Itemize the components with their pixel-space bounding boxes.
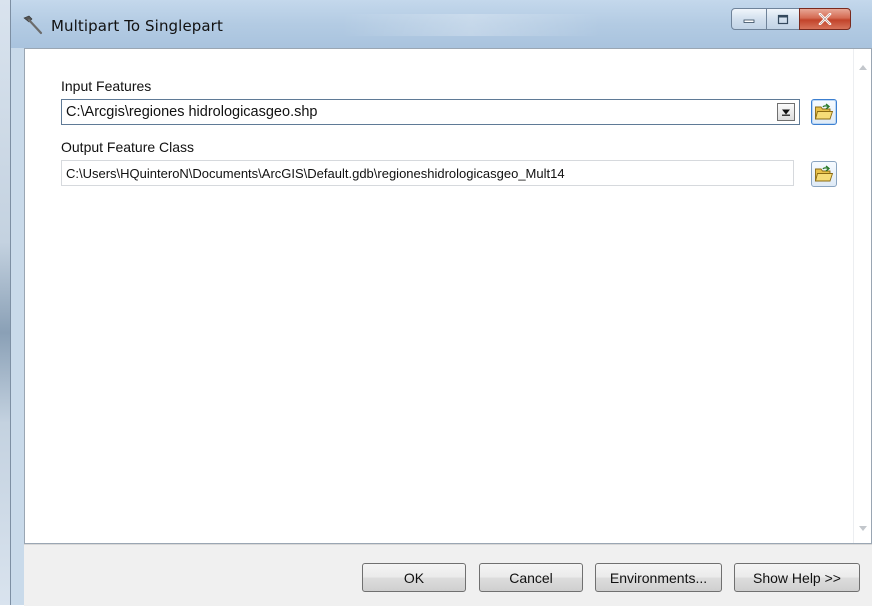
minimize-button[interactable] [731,8,767,30]
output-feature-class-label: Output Feature Class [61,139,195,155]
vertical-scrollbar[interactable] [853,49,871,543]
show-help-button[interactable]: Show Help >> [734,563,860,592]
tool-dialog-window: Multipart To Singlepart Input Features C… [10,0,872,606]
open-folder-icon [814,165,834,182]
input-features-label: Input Features [61,78,152,94]
output-feature-class-value: C:\Users\HQuinteroN\Documents\ArcGIS\Def… [66,166,565,181]
hammer-icon [20,14,44,36]
close-button[interactable] [799,8,851,30]
cancel-button[interactable]: Cancel [479,563,583,592]
environments-button[interactable]: Environments... [595,563,722,592]
browse-output-button[interactable] [811,161,837,187]
dropdown-button[interactable] [777,103,795,121]
open-folder-icon [814,103,834,120]
maximize-button[interactable] [766,8,800,30]
input-features-value: C:\Arcgis\regiones hidrologicasgeo.shp [66,104,318,120]
maximize-icon [777,14,789,24]
background-edge [0,0,10,605]
minimize-icon [743,19,755,23]
caret-up-icon [858,65,867,70]
title-bar-reflection [341,14,601,36]
close-icon [818,13,832,25]
ok-button[interactable]: OK [362,563,466,592]
input-features-combobox[interactable]: C:\Arcgis\regiones hidrologicasgeo.shp [61,99,800,125]
scroll-up-button[interactable] [854,59,871,76]
caret-down-icon [858,526,867,531]
parameters-panel: Input Features C:\Arcgis\regiones hidrol… [24,48,872,544]
window-title: Multipart To Singlepart [51,17,223,35]
output-feature-class-input[interactable]: C:\Users\HQuinteroN\Documents\ArcGIS\Def… [61,160,794,186]
dialog-footer: OK Cancel Environments... Show Help >> [24,544,872,606]
browse-input-button[interactable] [811,99,837,125]
chevron-down-icon [782,109,790,116]
scroll-down-button[interactable] [854,520,871,537]
title-bar[interactable]: Multipart To Singlepart [11,0,872,48]
